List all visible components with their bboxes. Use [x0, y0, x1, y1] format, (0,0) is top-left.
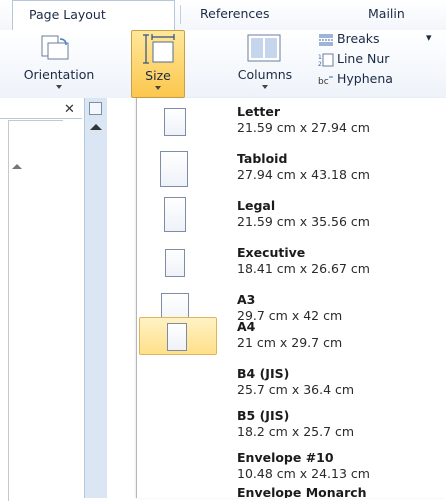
page-size-dimensions: 10.48 cm x 24.13 cm: [237, 466, 370, 481]
hyphenation-button[interactable]: bc Hyphena: [318, 70, 446, 90]
document-pane-divider: [0, 118, 82, 119]
menu-item-executive[interactable]: Executive 18.41 cm x 26.67 cm: [137, 239, 446, 291]
size-dropdown-menu: Letter 21.59 cm x 27.94 cm Tabloid 27.94…: [136, 98, 446, 498]
size-button[interactable]: Size: [131, 30, 185, 98]
document-area: ✕: [0, 98, 136, 501]
svg-text:2: 2: [318, 61, 322, 67]
orientation-icon: [38, 34, 70, 68]
columns-button[interactable]: Columns: [230, 30, 300, 98]
vertical-scrollbar[interactable]: [84, 98, 107, 498]
orientation-button[interactable]: Orientation: [0, 30, 124, 98]
columns-label: Columns: [237, 67, 293, 82]
menu-item-envelope-monarch[interactable]: Envelope Monarch: [137, 484, 446, 498]
close-icon[interactable]: ✕: [64, 102, 75, 117]
page-size-name: B4 (JIS): [237, 366, 290, 381]
page-size-name: B5 (JIS): [237, 408, 290, 423]
columns-icon: [247, 34, 281, 68]
menu-item-legal[interactable]: Legal 21.59 cm x 35.56 cm: [137, 192, 446, 244]
breaks-dropdown-icon: ▾: [426, 31, 432, 44]
page-size-icon: [167, 323, 187, 351]
size-icon: [142, 33, 176, 69]
scroll-up-icon[interactable]: [90, 124, 102, 130]
page-size-name: A4: [237, 319, 256, 334]
page-size-name: Legal: [237, 198, 276, 213]
page-size-dimensions: 21.59 cm x 35.56 cm: [237, 214, 370, 229]
page-size-name: A3: [237, 292, 256, 307]
line-numbers-button[interactable]: 12 Line Nur: [318, 50, 446, 70]
breaks-button[interactable]: Breaks ▾: [318, 30, 446, 50]
orientation-dropdown-icon: [56, 85, 62, 89]
page-size-dimensions: 27.94 cm x 43.18 cm: [237, 167, 370, 182]
page-size-name: Letter: [237, 104, 281, 119]
line-numbers-icon: 12: [318, 53, 334, 70]
page-setup-small-commands: Breaks ▾ 12 Line Nur bc Hyphena: [318, 30, 446, 90]
line-numbers-label: Line Nur: [337, 51, 390, 66]
page-size-icon: [164, 197, 186, 232]
ribbon-tab-bar: Page Layout References Mailin: [0, 0, 446, 31]
page-size-name: Tabloid: [237, 151, 288, 166]
page-size-dimensions: 21 cm x 29.7 cm: [237, 335, 343, 350]
ribbon-page-setup-group: Orientation Size Columns Breaks ▾ 1 2 Li…: [0, 30, 446, 98]
svg-text:1: 1: [318, 54, 322, 61]
page-size-icon: [164, 108, 186, 136]
tab-separator: [180, 5, 181, 24]
page-size-dimensions: 18.41 cm x 26.67 cm: [237, 261, 370, 276]
page-size-icon: [160, 151, 188, 187]
page-size-icon: [165, 249, 185, 277]
ruler-marker-icon: [12, 164, 22, 169]
page-size-name: Envelope Monarch: [237, 485, 367, 498]
menu-item-tabloid[interactable]: Tabloid 27.94 cm x 43.18 cm: [137, 145, 446, 197]
page-size-dimensions: 21.59 cm x 27.94 cm: [237, 120, 370, 135]
page-size-name: Executive: [237, 245, 306, 260]
tab-page-layout[interactable]: Page Layout: [12, 0, 175, 30]
svg-text:bc: bc: [318, 77, 329, 87]
menu-item-a4[interactable]: A4 21 cm x 29.7 cm: [137, 313, 446, 365]
menu-item-letter[interactable]: Letter 21.59 cm x 27.94 cm: [137, 98, 446, 150]
columns-dropdown-icon: [262, 85, 268, 89]
page-size-dimensions: 18.2 cm x 25.7 cm: [237, 424, 355, 439]
page-size-name: Envelope #10: [237, 450, 334, 465]
size-dropdown-icon: [155, 86, 161, 90]
size-label: Size: [145, 68, 171, 83]
breaks-label: Breaks: [337, 31, 380, 46]
page-size-dimensions: 25.7 cm x 36.4 cm: [237, 382, 355, 397]
tab-mailings[interactable]: Mailin: [368, 6, 405, 21]
breaks-icon: [318, 33, 334, 50]
ruler-toggle-icon[interactable]: [89, 102, 102, 115]
orientation-label: Orientation: [23, 67, 95, 82]
tab-references[interactable]: References: [200, 6, 269, 21]
hyphenation-icon: bc: [318, 73, 334, 90]
document-page[interactable]: [8, 120, 63, 501]
hyphenation-label: Hyphena: [337, 71, 393, 86]
